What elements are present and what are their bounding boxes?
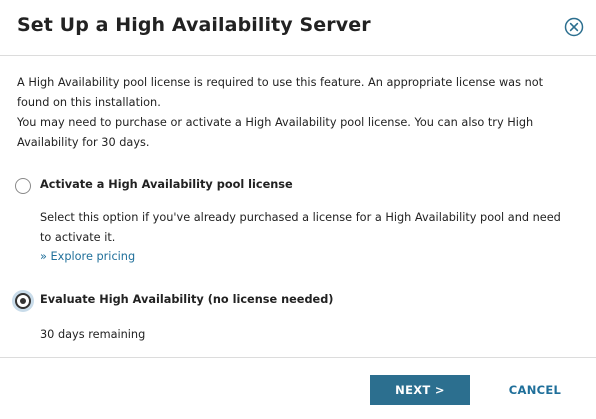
- next-button[interactable]: NEXT >: [370, 375, 470, 405]
- explore-pricing-link[interactable]: » Explore pricing: [40, 250, 135, 263]
- dialog-header: Set Up a High Availability Server: [0, 0, 596, 56]
- evaluate-radio[interactable]: [15, 293, 31, 309]
- license-notice: A High Availability pool license is requ…: [17, 73, 577, 153]
- days-remaining-text: 30 days remaining: [40, 328, 146, 341]
- evaluate-label: Evaluate High Availability (no license n…: [40, 293, 334, 306]
- option-evaluate[interactable]: Evaluate High Availability (no license n…: [15, 293, 333, 311]
- close-button[interactable]: [564, 17, 584, 37]
- activate-license-radio[interactable]: [15, 178, 31, 194]
- cancel-button[interactable]: CANCEL: [498, 375, 572, 405]
- dialog-title: Set Up a High Availability Server: [17, 14, 371, 36]
- close-circle-icon: [564, 17, 584, 37]
- activate-license-label: Activate a High Availability pool licens…: [40, 178, 293, 191]
- license-notice-line-1: A High Availability pool license is requ…: [17, 76, 544, 109]
- ha-setup-dialog: Set Up a High Availability Server A High…: [0, 0, 596, 419]
- activate-license-description: Select this option if you've already pur…: [40, 211, 561, 244]
- license-notice-line-2: You may need to purchase or activate a H…: [17, 116, 534, 149]
- option-activate-license[interactable]: Activate a High Availability pool licens…: [15, 178, 315, 196]
- footer-divider: [0, 357, 596, 358]
